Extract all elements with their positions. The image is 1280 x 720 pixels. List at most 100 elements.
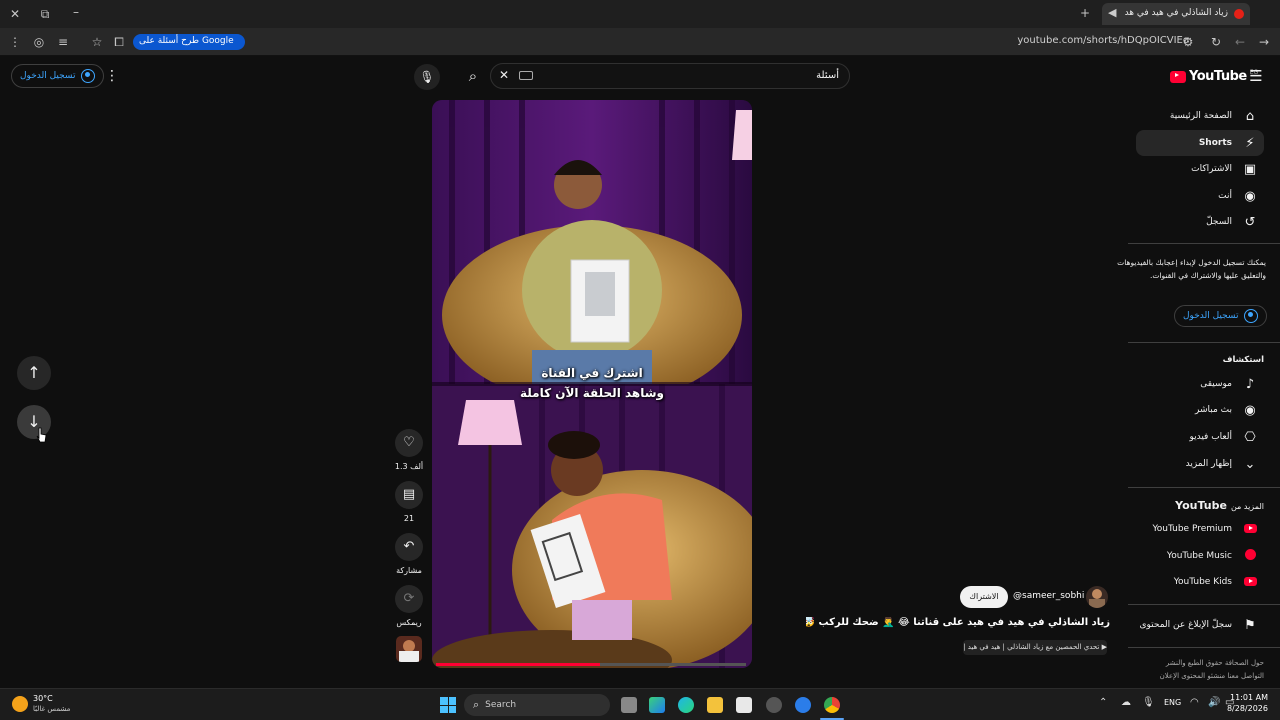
chrome-icon[interactable] <box>824 697 840 713</box>
windows-start-icon[interactable] <box>440 697 456 713</box>
remix-button[interactable]: ⟳ <box>395 585 423 613</box>
forward-icon[interactable]: ← <box>1232 35 1248 49</box>
sidebar-item-label: Shorts <box>1198 138 1232 148</box>
heart-icon: ♡ <box>403 435 415 450</box>
sidebar-show-more[interactable]: ⌄ إظهار المزيد <box>1136 451 1264 477</box>
video-frame <box>432 100 752 668</box>
youtube-logo[interactable]: YouTube EG <box>1170 69 1258 84</box>
taskbar-search[interactable]: ⌕ Search <box>464 694 610 716</box>
store-icon[interactable] <box>736 697 752 713</box>
sidebar-item-youtube-music[interactable]: YouTube Music <box>1136 543 1264 569</box>
sidebar-divider <box>1128 647 1280 648</box>
screenshot-icon[interactable]: ⧠ <box>111 35 127 49</box>
bookmark-star-icon[interactable]: ☆ <box>89 35 105 49</box>
tab-title: زياد الشاذلي في هيد في هد <box>1124 8 1228 18</box>
maximize-icon[interactable]: ⧉ <box>37 7 53 21</box>
sidebar-item-label: موسيقى <box>1200 379 1232 389</box>
footer-links-1[interactable]: حول الصحافة حقوق الطبع والنشر <box>1166 659 1264 667</box>
history-icon: ↺ <box>1244 214 1256 230</box>
comment-count: 21 <box>403 514 415 523</box>
caption-line-1: اشترك في القناة <box>541 366 643 380</box>
weather-desc: مشمس غالبًا <box>33 705 71 713</box>
previous-short-button[interactable]: ↑ <box>17 356 51 390</box>
comments-button[interactable]: ▤ <box>395 481 423 509</box>
profile-icon[interactable]: ◎ <box>31 35 47 49</box>
voice-search-button[interactable]: 🎙 <box>414 64 440 90</box>
header-signin-button[interactable]: تسجيل الدخول <box>11 64 105 88</box>
share-button[interactable]: ↶ <box>395 533 423 561</box>
channel-avatar[interactable] <box>1086 586 1108 608</box>
close-window-icon[interactable]: ✕ <box>7 7 23 21</box>
network-tray-icon[interactable]: ☁ <box>1121 697 1131 708</box>
youtube-kids-icon <box>1242 575 1258 590</box>
subscribe-button[interactable]: الاشتراك <box>960 586 1008 608</box>
sidebar-item-live[interactable]: ◉ بث مباشر <box>1136 397 1264 423</box>
like-button[interactable]: ♡ <box>395 429 423 457</box>
file-explorer-icon[interactable] <box>707 697 723 713</box>
signin-label: تسجيل الدخول <box>20 71 76 81</box>
video-title[interactable]: زياد الشاذلي في هيد في هيد على قناتنا 😂 … <box>806 617 1110 628</box>
volume-icon[interactable]: 🔊 <box>1208 697 1220 708</box>
sidebar-item-youtube-premium[interactable]: YouTube Premium <box>1136 516 1264 542</box>
hamburger-menu-icon[interactable]: ☰ <box>1248 69 1264 84</box>
sidebar-item-report-history[interactable]: ⚑ سجلّ الإبلاغ عن المحتوى <box>1136 612 1264 638</box>
sidebar-item-shorts[interactable]: ⚡ Shorts <box>1136 130 1264 156</box>
youtube-music-icon <box>1242 548 1258 564</box>
speaker-icon[interactable]: ◀ <box>1108 6 1116 19</box>
sidebar-item-subscriptions[interactable]: ▣ الاشتراكات <box>1136 156 1264 182</box>
keyboard-icon[interactable] <box>519 71 533 80</box>
widgets-icon[interactable] <box>649 697 665 713</box>
site-settings-icon[interactable]: ⚙ <box>1180 35 1196 49</box>
task-view-icon[interactable] <box>621 697 637 713</box>
sound-thumbnail[interactable] <box>396 636 422 662</box>
sidebar-signin-button[interactable]: تسجيل الدخول <box>1174 305 1268 327</box>
menu-dots-icon[interactable]: ⋮ <box>7 35 23 49</box>
language-indicator[interactable]: ENG <box>1164 698 1181 707</box>
channel-handle[interactable]: @sameer_sobhi <box>1013 591 1084 601</box>
url-text[interactable]: youtube.com/shorts/hDQpOICVIEo <box>1017 35 1189 46</box>
wifi-icon[interactable]: ◠ <box>1190 697 1199 708</box>
like-count: 1.3 ألف <box>394 462 424 471</box>
youtube-logo-icon <box>1170 70 1186 83</box>
playlist-chip[interactable]: ▶ تحدي الحمصين مع زياد الشاذلي | هيد في … <box>963 640 1107 655</box>
taskbar-clock[interactable]: 11:01 AM 8/28/2026 <box>1227 693 1268 713</box>
google-lens-pill[interactable]: طرح أسئلة على Google <box>133 34 245 50</box>
search-button[interactable]: ⌕ <box>456 63 490 89</box>
sidebar-item-home[interactable]: ⌂ الصفحة الرئيسية <box>1136 103 1264 129</box>
sidebar-item-label: بث مباشر <box>1195 405 1232 415</box>
tray-chevron-icon[interactable]: ⌃ <box>1099 697 1107 708</box>
app-icon[interactable] <box>795 697 811 713</box>
sidebar-item-label: السجلّ <box>1206 217 1232 227</box>
share-label: مشاركة <box>396 566 422 575</box>
sidebar-item-music[interactable]: ♪ موسيقى <box>1136 371 1264 397</box>
account-icon <box>81 69 96 83</box>
mic-tray-icon[interactable]: 🎙 <box>1142 697 1155 708</box>
settings-dots-icon[interactable]: ⋮ <box>104 69 120 83</box>
sidebar-item-label: الاشتراكات <box>1191 164 1232 174</box>
new-tab-icon[interactable]: + <box>1077 6 1093 20</box>
account-icon <box>1244 309 1259 323</box>
footer-links-2[interactable]: التواصل معنا منشئو المحتوى الإعلان <box>1160 672 1264 680</box>
reload-icon[interactable]: ↻ <box>1208 35 1224 49</box>
clear-search-icon[interactable]: ✕ <box>499 68 509 82</box>
search-value: أسئلة <box>816 70 839 81</box>
short-video-player[interactable]: اشترك في القناة وشاهد الحلقة الآن كاملة <box>432 100 752 668</box>
search-icon: ⌕ <box>473 698 480 711</box>
back-icon[interactable]: → <box>1256 35 1272 49</box>
sidebar-item-you[interactable]: ◉ أنت <box>1136 183 1264 209</box>
weather-icon[interactable] <box>12 696 28 712</box>
weather-temp: 30°C <box>33 694 53 703</box>
video-progress-fill[interactable] <box>436 663 600 666</box>
settings-app-icon[interactable] <box>766 697 782 713</box>
sidebar-item-gaming[interactable]: ⎔ ألعاب فيديو <box>1136 424 1264 450</box>
browser-tab-bar: ✕ ⧉ – + ✕ زياد الشاذلي في هيد في هد ◀ <box>0 0 1280 28</box>
minimize-icon[interactable]: – <box>68 5 84 19</box>
edge-icon[interactable] <box>678 697 694 713</box>
browser-tab-active[interactable]: زياد الشاذلي في هيد في هد ◀ <box>1102 3 1250 25</box>
sidebar-item-label: YouTube Music <box>1166 551 1232 561</box>
search-input[interactable]: ✕ أسئلة <box>490 63 850 89</box>
sidebar-item-youtube-kids[interactable]: YouTube Kids <box>1136 569 1264 595</box>
sidebar-item-label: إظهار المزيد <box>1185 459 1232 469</box>
sidebar-item-history[interactable]: ↺ السجلّ <box>1136 209 1264 235</box>
reader-icon[interactable]: ≡ <box>55 35 71 49</box>
